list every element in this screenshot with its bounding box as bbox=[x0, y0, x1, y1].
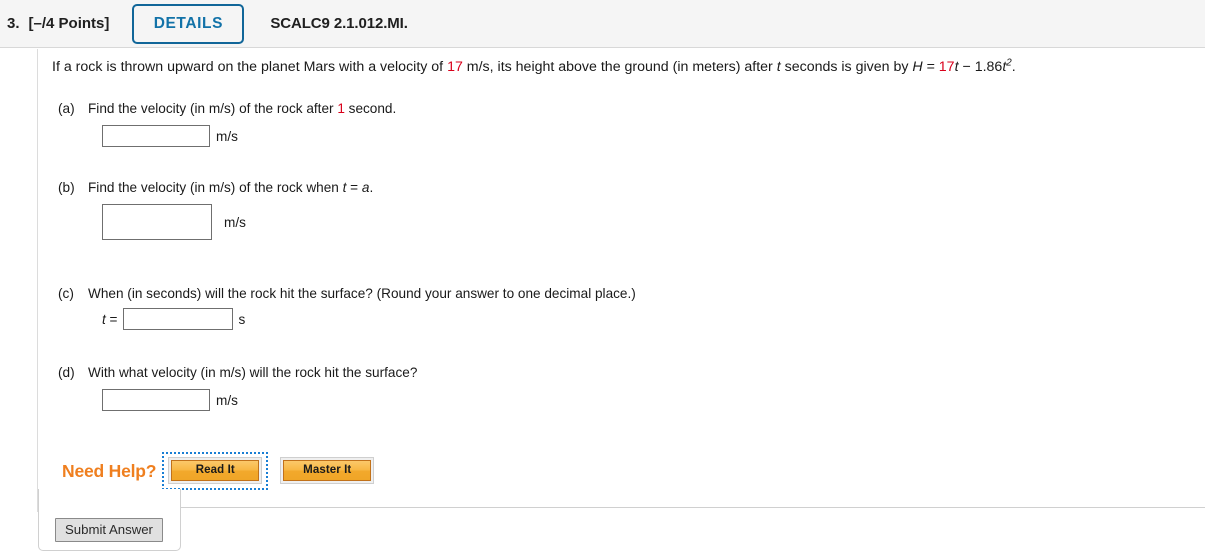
part-a-text-before: Find the velocity (in m/s) of the rock a… bbox=[88, 101, 338, 116]
part-c-letter: (c) bbox=[58, 286, 74, 301]
part-c-text: When (in seconds) will the rock hit the … bbox=[88, 286, 636, 301]
read-it-button-frame: Read It bbox=[168, 457, 263, 484]
part-c-equals: = bbox=[105, 311, 118, 327]
part-a: (a) Find the velocity (in m/s) of the ro… bbox=[58, 101, 1188, 147]
part-c-input[interactable] bbox=[122, 308, 233, 330]
part-b-input[interactable] bbox=[102, 204, 212, 240]
part-a-text-after: second. bbox=[344, 101, 397, 116]
master-it-button[interactable]: Master It bbox=[283, 460, 372, 481]
points-label: [–/4 Points] bbox=[28, 15, 110, 32]
formula-h: H bbox=[912, 59, 923, 75]
master-it-wrapper: Master It bbox=[276, 454, 378, 488]
problem-velocity-value: 17 bbox=[447, 59, 463, 75]
details-button[interactable]: DETAILS bbox=[132, 3, 245, 44]
problem-text-2: m/s, its height above the ground (in met… bbox=[462, 59, 777, 75]
submit-section-divider bbox=[180, 507, 1205, 508]
part-b-letter: (b) bbox=[58, 180, 75, 195]
question-body: If a rock is thrown upward on the planet… bbox=[52, 57, 1202, 411]
formula-coefficient-1: 17 bbox=[938, 59, 955, 75]
part-b-text-before: Find the velocity (in m/s) of the rock w… bbox=[88, 180, 343, 195]
submit-answer-button[interactable]: Submit Answer bbox=[55, 518, 163, 542]
question-number: 3. bbox=[7, 15, 20, 32]
read-it-focus-ring: Read It bbox=[162, 452, 269, 490]
part-c-answer-row: t = s bbox=[102, 308, 1188, 330]
part-c-prompt: (c) When (in seconds) will the rock hit … bbox=[58, 286, 1188, 301]
problem-text-1: If a rock is thrown upward on the planet… bbox=[52, 59, 448, 75]
part-b-answer-row: m/s bbox=[102, 204, 1188, 240]
part-b-unit: m/s bbox=[224, 214, 246, 230]
question-header-bar: 3. [–/4 Points] DETAILS SCALC9 2.1.012.M… bbox=[0, 0, 1205, 48]
part-d-answer-row: m/s bbox=[102, 389, 1188, 411]
formula-coefficient-2: 1.86 bbox=[974, 59, 1003, 75]
part-c-unit: s bbox=[238, 311, 246, 327]
formula-minus: − bbox=[958, 59, 975, 75]
part-a-answer-row: m/s bbox=[102, 125, 1188, 147]
part-a-letter: (a) bbox=[58, 101, 75, 116]
left-rail-divider bbox=[37, 49, 38, 512]
part-a-highlight: 1 bbox=[337, 101, 345, 116]
part-d: (d) With what velocity (in m/s) will the… bbox=[58, 365, 1188, 411]
assignment-code-label: SCALC9 2.1.012.MI. bbox=[270, 15, 408, 32]
part-b-text-after: . bbox=[369, 180, 374, 195]
part-b: (b) Find the velocity (in m/s) of the ro… bbox=[58, 180, 1188, 240]
part-c-variable-label: t = bbox=[102, 312, 118, 327]
part-a-unit: m/s bbox=[216, 128, 238, 144]
formula-period: . bbox=[1011, 59, 1016, 75]
part-b-equals: = bbox=[346, 180, 362, 195]
need-help-row: Need Help? Read It Master It bbox=[62, 452, 378, 490]
part-d-text: With what velocity (in m/s) will the roc… bbox=[88, 365, 418, 380]
part-b-prompt: (b) Find the velocity (in m/s) of the ro… bbox=[58, 180, 1188, 195]
problem-text-3: seconds is given by bbox=[780, 59, 913, 75]
part-c: (c) When (in seconds) will the rock hit … bbox=[58, 286, 1188, 330]
details-button-label: DETAILS bbox=[153, 14, 224, 32]
part-a-prompt: (a) Find the velocity (in m/s) of the ro… bbox=[58, 101, 1188, 116]
need-help-label: Need Help? bbox=[62, 460, 157, 481]
part-b-text: Find the velocity (in m/s) of the rock w… bbox=[88, 180, 373, 195]
part-a-input[interactable] bbox=[102, 125, 210, 147]
part-d-letter: (d) bbox=[58, 365, 75, 380]
formula-equals: = bbox=[922, 59, 939, 75]
part-a-text: Find the velocity (in m/s) of the rock a… bbox=[88, 101, 396, 116]
part-d-prompt: (d) With what velocity (in m/s) will the… bbox=[58, 365, 1188, 380]
problem-statement: If a rock is thrown upward on the planet… bbox=[52, 57, 1202, 77]
part-d-input[interactable] bbox=[102, 389, 210, 411]
part-d-unit: m/s bbox=[216, 392, 238, 408]
master-it-button-frame: Master It bbox=[280, 457, 375, 484]
read-it-button[interactable]: Read It bbox=[171, 460, 260, 481]
